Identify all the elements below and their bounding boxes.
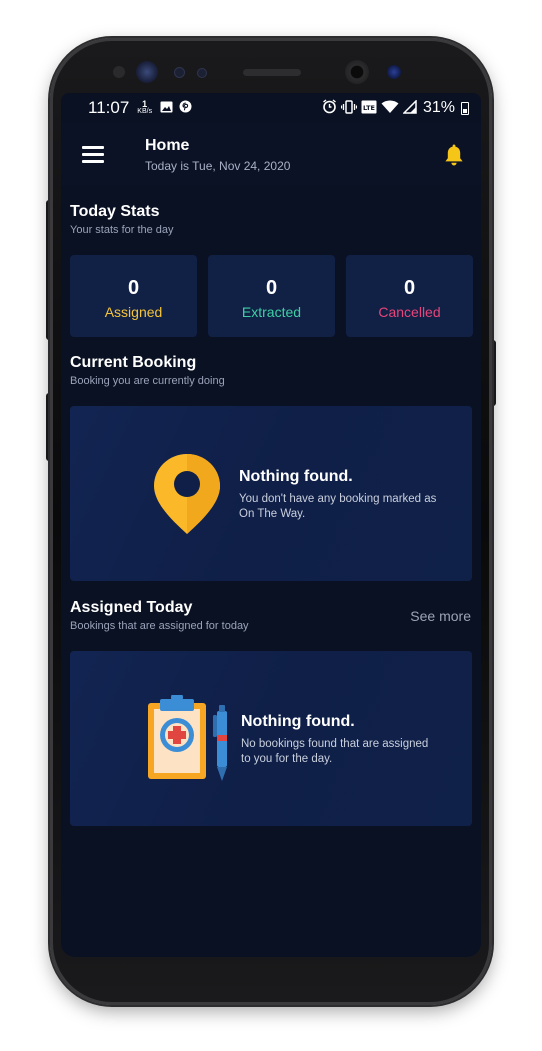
stat-label: Assigned <box>104 304 163 320</box>
light-sensor <box>174 67 185 78</box>
map-pin-icon <box>152 452 222 541</box>
medical-clipboard-icon <box>146 691 208 786</box>
empty-text: No bookings found that are assigned to y… <box>241 738 429 765</box>
network-speed: 1 KB/s <box>137 99 153 116</box>
vibrate-icon <box>340 99 358 117</box>
stat-value: 0 <box>265 277 278 299</box>
stat-label: Extracted <box>241 304 302 320</box>
stat-value: 0 <box>403 277 416 299</box>
current-booking-empty-message: Nothing found. You don't have any bookin… <box>239 468 439 522</box>
status-icons: LTE 31% <box>322 98 469 117</box>
status-time: 11:07 <box>88 98 130 117</box>
stat-label: Cancelled <box>378 304 441 320</box>
assigned-today-empty-card: Nothing found. No bookings found that ar… <box>70 651 472 826</box>
stat-value: 0 <box>127 277 140 299</box>
empty-text: You don't have any booking marked as On … <box>239 493 437 520</box>
stat-card-extracted[interactable]: 0 Extracted <box>208 255 335 337</box>
empty-title: Nothing found. <box>239 468 353 485</box>
status-bar: 11:07 1 KB/s LTE 31% <box>61 93 481 123</box>
today-stats-subtitle: Your stats for the day <box>70 224 174 236</box>
phone-sensors <box>0 0 542 100</box>
title-block: Home Today is Tue, Nov 24, 2020 <box>145 137 290 173</box>
led-indicator <box>197 68 207 78</box>
pinterest-icon <box>179 100 192 116</box>
signal-icon <box>402 98 417 117</box>
earpiece-speaker <box>243 69 301 76</box>
alarm-icon <box>322 99 337 117</box>
wifi-icon <box>381 100 399 117</box>
battery-icon <box>461 101 469 115</box>
page-title: Home <box>145 137 190 154</box>
today-stats-title: Today Stats <box>70 203 160 220</box>
app-screen: 11:07 1 KB/s LTE 31% Home Today is Tue, … <box>61 93 481 957</box>
pen-icon <box>213 705 231 788</box>
current-booking-title: Current Booking <box>70 354 197 371</box>
network-speed-unit: KB/s <box>137 108 153 115</box>
volte-icon: LTE <box>361 100 377 117</box>
hamburger-icon[interactable] <box>82 146 104 163</box>
front-camera <box>345 60 369 84</box>
stat-card-assigned[interactable]: 0 Assigned <box>70 255 197 337</box>
iris-sensor <box>136 61 158 83</box>
bell-icon[interactable] <box>444 143 464 167</box>
network-speed-value: 1 <box>142 99 148 109</box>
see-more-link[interactable]: See more <box>410 608 471 624</box>
current-booking-subtitle: Booking you are currently doing <box>70 375 225 387</box>
proximity-sensor <box>113 66 125 78</box>
app-bar: Home Today is Tue, Nov 24, 2020 <box>61 123 481 185</box>
battery-percent: 31% <box>422 99 455 116</box>
stat-card-cancelled[interactable]: 0 Cancelled <box>346 255 473 337</box>
assigned-today-subtitle: Bookings that are assigned for today <box>70 620 249 632</box>
page-date: Today is Tue, Nov 24, 2020 <box>145 159 291 173</box>
network-label: LTE <box>363 104 375 112</box>
iris-camera <box>387 65 401 79</box>
empty-title: Nothing found. <box>241 713 355 730</box>
assigned-today-title: Assigned Today <box>70 599 193 616</box>
assigned-today-empty-message: Nothing found. No bookings found that ar… <box>241 713 441 767</box>
current-booking-empty-card: Nothing found. You don't have any bookin… <box>70 406 472 581</box>
gallery-icon <box>160 101 173 116</box>
